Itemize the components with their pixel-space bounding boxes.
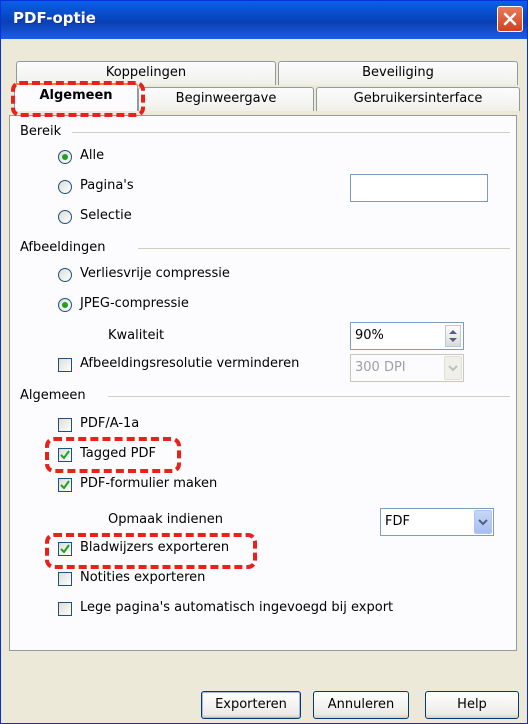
tagged-pdf-checkbox[interactable] [58, 448, 72, 462]
divider [72, 132, 510, 133]
reduce-resolution-checkbox[interactable] [58, 358, 72, 372]
radio-jpeg-label[interactable]: JPEG-compressie [80, 296, 189, 311]
checkmark-icon [60, 544, 70, 554]
section-heading-bereik: Bereik [20, 124, 62, 139]
quality-spinbox[interactable]: 90% [350, 322, 464, 350]
pdf-options-dialog: PDF-optie Koppelingen Beveiliging Algeme… [0, 0, 528, 724]
resolution-dropdown: 300 DPI [350, 354, 464, 382]
chevron-down-icon [448, 365, 458, 372]
radio-alle[interactable] [58, 150, 72, 164]
quality-spin-buttons[interactable] [445, 325, 461, 347]
notes-checkbox[interactable] [58, 572, 72, 586]
section-heading-afbeeldingen: Afbeeldingen [20, 240, 106, 255]
resolution-dropdown-button [444, 356, 462, 380]
tab-gebruikersinterface[interactable]: Gebruikersinterface [316, 87, 520, 111]
tab-panel-algemeen: Bereik Alle Pagina's Selectie Afbeelding… [9, 115, 517, 651]
radio-jpeg[interactable] [58, 298, 72, 312]
tab-algemeen[interactable]: Algemeen [14, 83, 138, 111]
pdf-form-label[interactable]: PDF-formulier maken [80, 476, 217, 491]
pages-input[interactable] [350, 174, 488, 202]
quality-label: Kwaliteit [108, 328, 165, 343]
radio-selectie[interactable] [58, 210, 72, 224]
pdfa-label[interactable]: PDF/A-1a [80, 416, 139, 431]
spin-arrows-icon [449, 330, 457, 342]
reduce-resolution-label[interactable]: Afbeeldingsresolutie verminderen [80, 356, 299, 371]
notes-label[interactable]: Notities exporteren [80, 570, 205, 585]
section-heading-algemeen: Algemeen [20, 388, 86, 403]
tab-beveiliging[interactable]: Beveiliging [278, 61, 518, 85]
bookmarks-checkbox[interactable] [58, 542, 72, 556]
submit-format-value: FDF [385, 514, 410, 529]
resolution-value: 300 DPI [355, 360, 406, 375]
dialog-title: PDF-optie [13, 9, 96, 27]
divider [108, 396, 510, 397]
help-button[interactable]: Help [425, 691, 519, 719]
title-bar[interactable]: PDF-optie [1, 1, 527, 39]
submit-format-dropdown[interactable]: FDF [380, 508, 494, 536]
radio-paginas[interactable] [58, 180, 72, 194]
bookmarks-label[interactable]: Bladwijzers exporteren [80, 540, 229, 555]
blank-pages-label[interactable]: Lege pagina's automatisch ingevoegd bij … [80, 600, 393, 615]
divider [138, 248, 510, 249]
tagged-pdf-label[interactable]: Tagged PDF [80, 446, 156, 461]
tab-koppelingen[interactable]: Koppelingen [16, 61, 276, 85]
radio-lossless-label[interactable]: Verliesvrije compressie [80, 266, 230, 281]
checkmark-icon [60, 480, 70, 490]
close-icon [503, 12, 517, 26]
radio-selectie-label[interactable]: Selectie [80, 208, 132, 223]
submit-format-label: Opmaak indienen [108, 512, 223, 527]
checkmark-icon [60, 450, 70, 460]
export-button[interactable]: Exporteren [201, 691, 301, 719]
radio-alle-label[interactable]: Alle [80, 148, 104, 163]
submit-format-dropdown-button[interactable] [474, 510, 492, 534]
pdf-form-checkbox[interactable] [58, 478, 72, 492]
cancel-button[interactable]: Annuleren [313, 691, 409, 719]
chevron-down-icon [478, 519, 488, 526]
pdfa-checkbox[interactable] [58, 418, 72, 432]
quality-value: 90% [355, 328, 384, 343]
radio-paginas-label[interactable]: Pagina's [80, 178, 134, 193]
tab-beginweergave[interactable]: Beginweergave [138, 87, 314, 111]
close-button[interactable] [497, 6, 523, 32]
radio-lossless[interactable] [58, 268, 72, 282]
blank-pages-checkbox[interactable] [58, 602, 72, 616]
